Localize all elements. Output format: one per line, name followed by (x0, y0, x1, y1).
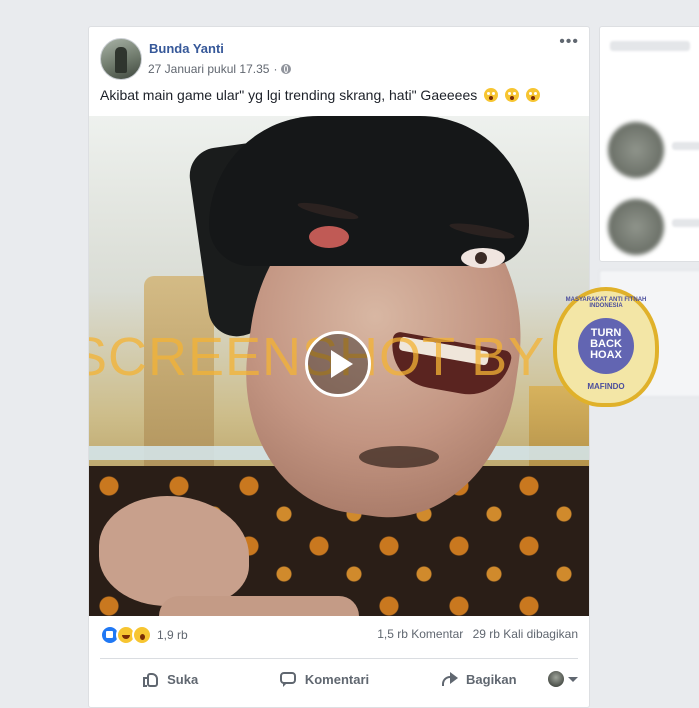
top-bar (0, 0, 699, 14)
caption-emojis (481, 87, 540, 103)
feed-post: Bunda Yanti 27 Januari pukul 17.35 · •••… (88, 26, 590, 708)
badge-ring-text: MASYARAKAT ANTI FITNAH INDONESIA (565, 297, 647, 309)
pointing-finger (159, 596, 359, 616)
comment-count[interactable]: 1,5 rb Komentar (377, 627, 463, 641)
astonished-face-icon (484, 88, 499, 102)
post-timestamp[interactable]: 27 Januari pukul 17.35 (148, 62, 269, 76)
post-caption: Akibat main game ular" yg lgi trending s… (100, 87, 580, 103)
comment-button[interactable]: Komentari (239, 670, 408, 688)
sidebar-avatar (608, 122, 664, 178)
share-count[interactable]: 29 rb Kali dibagikan (473, 627, 578, 641)
reactions-summary[interactable]: 1,9 rb (100, 625, 188, 645)
left-eye-red (309, 226, 349, 248)
astonished-face-icon (525, 88, 540, 102)
profile-mini-avatar (548, 671, 564, 687)
more-options-button[interactable]: ••• (559, 34, 579, 50)
sidebar-text-blurred (672, 142, 699, 150)
play-icon[interactable] (305, 331, 371, 397)
author-avatar[interactable] (100, 38, 142, 80)
comment-label: Komentari (304, 671, 370, 687)
share-label: Bagikan (466, 671, 517, 687)
divider (100, 658, 578, 659)
like-label: Suka (167, 671, 199, 687)
reaction-count[interactable]: 1,9 rb (157, 628, 188, 642)
video-player[interactable]: SCREENSHOT BY (89, 116, 589, 616)
badge-center: TURN BACK HOAX (578, 318, 634, 374)
react-as-selector[interactable] (548, 671, 578, 687)
share-arrow-icon (440, 670, 459, 688)
comment-bubble-icon (279, 670, 297, 688)
right-eye (461, 248, 505, 268)
hair (209, 116, 529, 266)
meta-separator: · (273, 62, 278, 76)
sidebar-text-blurred (672, 219, 699, 227)
wow-reaction-icon (132, 625, 152, 645)
like-button[interactable]: Suka (100, 670, 239, 688)
post-meta: 27 Januari pukul 17.35 · (148, 62, 292, 76)
globe-icon[interactable] (281, 64, 292, 74)
author-name[interactable]: Bunda Yanti (149, 41, 224, 56)
engagement-stats: 1,9 rb 1,5 rb Komentar 29 rb Kali dibagi… (100, 625, 578, 645)
badge-footer: MAFINDO (587, 382, 625, 391)
thumbs-up-icon (141, 670, 159, 688)
comment-share-counts: 1,5 rb Komentar 29 rb Kali dibagikan (371, 627, 578, 641)
right-sidebar-blurred (599, 26, 699, 262)
sidebar-header-blurred (610, 41, 690, 51)
chevron-down-icon (568, 676, 578, 682)
caption-text: Akibat main game ular" yg lgi trending s… (100, 87, 478, 103)
post-actions: Suka Komentari Bagikan (100, 661, 578, 697)
share-button[interactable]: Bagikan (409, 670, 548, 688)
astonished-face-icon (505, 88, 520, 102)
sidebar-avatar (608, 199, 664, 255)
chin-beard (359, 446, 439, 468)
turnbackhoax-badge-logo: MASYARAKAT ANTI FITNAH INDONESIA TURN BA… (553, 287, 659, 407)
